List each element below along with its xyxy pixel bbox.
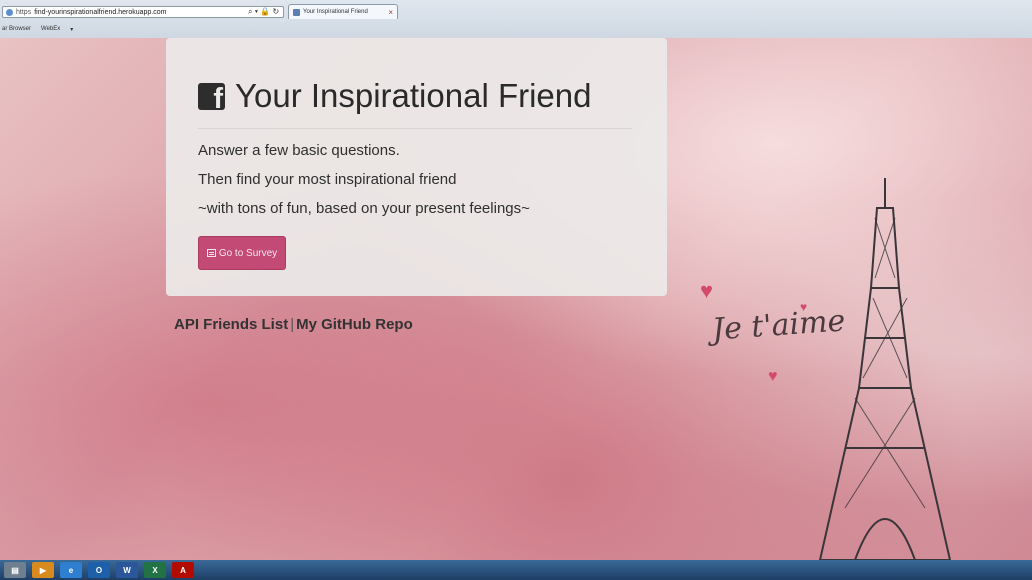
menu-item-webex[interactable]: WebEx: [41, 26, 60, 36]
address-bar[interactable]: https find-yourinspirationalfriend.herok…: [2, 6, 284, 18]
lock-icon: ▾ 🔒: [254, 7, 271, 16]
heart-icon: ♥: [700, 278, 714, 303]
address-scheme: https: [16, 8, 32, 16]
chevron-down-icon[interactable]: ▾: [70, 26, 73, 36]
go-to-survey-label: Go to Survey: [218, 247, 278, 259]
page-title: f Your Inspirational Friend: [198, 76, 592, 116]
facebook-icon: f: [198, 82, 225, 113]
github-repo-link[interactable]: My GitHub Repo: [296, 316, 413, 333]
favicon-icon: [293, 8, 300, 16]
api-friends-list-link[interactable]: API Friends List: [174, 316, 288, 333]
jumbotron: f Your Inspirational Friend Answer a few…: [166, 38, 667, 296]
page-background: ♥ ♥ ♥ Je t'aime f Your Inspirational Fri…: [0, 38, 1032, 560]
eiffel-tower-illustration: [818, 178, 952, 560]
media-player-icon[interactable]: ▶: [32, 562, 54, 578]
refresh-icon[interactable]: ↻: [273, 7, 280, 16]
internet-explorer-icon[interactable]: e: [60, 562, 82, 578]
go-to-survey-button[interactable]: Go to Survey: [198, 236, 286, 270]
browser-chrome: https find-yourinspirationalfriend.herok…: [0, 0, 1032, 39]
address-url: find-yourinspirationalfriend.herokuapp.c…: [34, 8, 167, 16]
list-icon: [206, 249, 216, 257]
explorer-icon[interactable]: ▤: [4, 562, 26, 578]
heart-icon: ♥: [768, 368, 778, 385]
link-separator: |: [290, 316, 295, 333]
footer-links: API Friends List | My GitHub Repo: [174, 316, 413, 333]
page-title-text: Your Inspirational Friend: [235, 77, 592, 114]
tab-title: Your Inspirational Friend: [303, 9, 368, 15]
word-icon[interactable]: W: [116, 562, 138, 578]
lead-line-2: Then find your most inspirational friend: [198, 171, 457, 188]
tab-active[interactable]: Your Inspirational Friend ×: [288, 4, 398, 19]
acrobat-icon[interactable]: A: [172, 562, 194, 578]
menu-bar: ar Browser WebEx ▾: [0, 26, 73, 36]
lead-line-1: Answer a few basic questions.: [198, 142, 400, 159]
search-icon[interactable]: ⌕: [248, 7, 252, 16]
menu-item-browser[interactable]: ar Browser: [2, 26, 31, 36]
outlook-icon[interactable]: O: [88, 562, 110, 578]
taskbar: ▤ ▶ e O W X A: [0, 560, 1032, 580]
lead-line-3: ~with tons of fun, based on your present…: [198, 200, 530, 217]
address-tools[interactable]: ⌕ ▾ 🔒 ↻: [248, 7, 279, 17]
excel-icon[interactable]: X: [144, 562, 166, 578]
globe-icon: [6, 8, 13, 16]
divider: [198, 128, 632, 129]
close-tab-icon[interactable]: ×: [388, 8, 393, 17]
